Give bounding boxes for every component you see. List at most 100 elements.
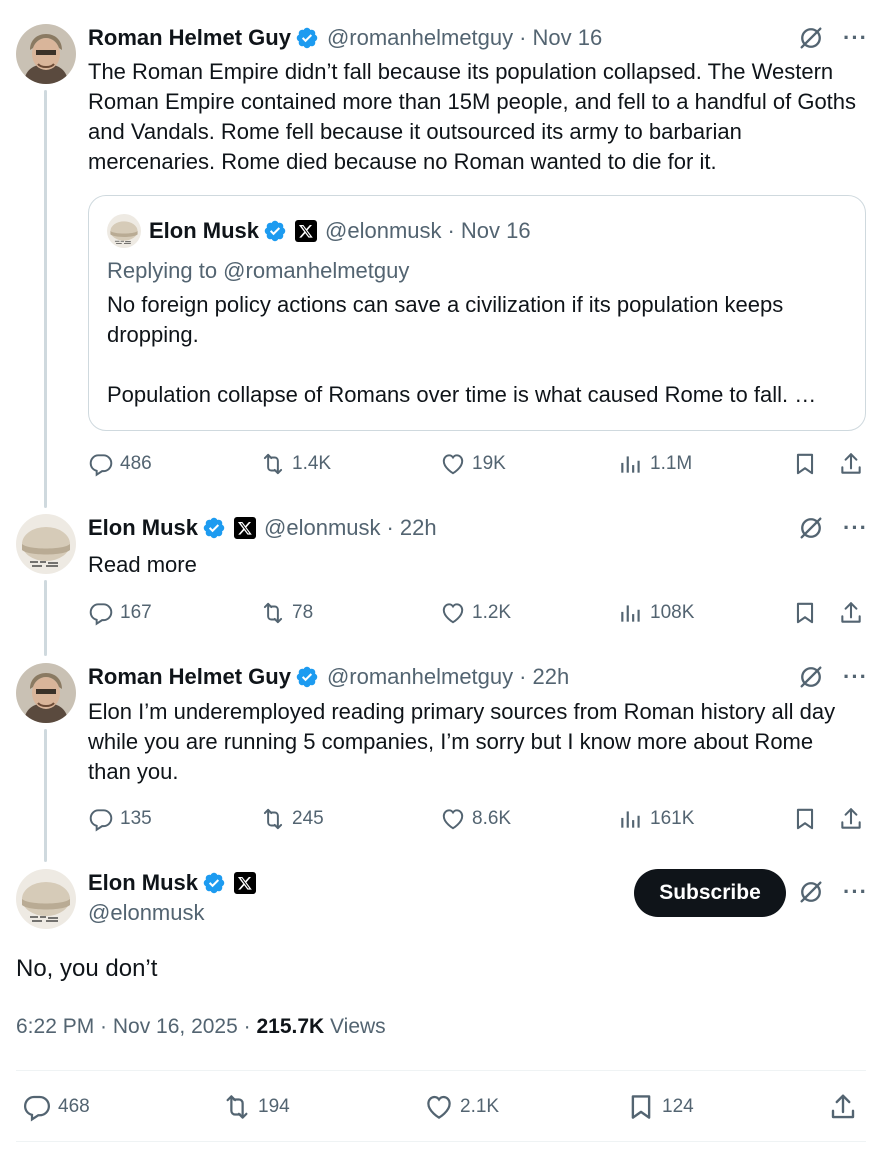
share-button[interactable] <box>838 806 870 832</box>
repost-count: 245 <box>292 808 324 829</box>
author-name[interactable]: Elon Musk <box>88 515 198 541</box>
verified-badge-icon <box>202 871 226 895</box>
reply-count: 468 <box>58 1096 90 1117</box>
views-count: 1.1M <box>650 453 693 474</box>
timestamp[interactable]: 22h <box>532 664 569 690</box>
bookmark-button[interactable] <box>792 451 824 477</box>
avatar[interactable] <box>16 663 76 723</box>
reply-button[interactable]: 468 <box>22 1092 90 1122</box>
divider <box>16 1070 866 1071</box>
share-icon <box>838 600 864 626</box>
avatar[interactable] <box>16 514 76 574</box>
like-button[interactable]: 1.2K <box>440 600 511 626</box>
separator: · <box>386 515 394 540</box>
repost-button[interactable]: 1.4K <box>260 451 331 477</box>
tweet-text: Elon I’m underemployed reading primary s… <box>88 699 842 784</box>
thread-line <box>44 729 47 862</box>
views-label: Views <box>324 1015 386 1038</box>
verified-badge-icon <box>202 516 226 540</box>
quote-timestamp: Nov 16 <box>460 218 531 243</box>
author-name[interactable]: Roman Helmet Guy <box>88 25 291 51</box>
repost-button[interactable]: 245 <box>260 806 324 832</box>
action-bar: 167 78 1.2K 108K <box>88 598 868 628</box>
views-button[interactable]: 161K <box>618 806 694 832</box>
timestamp[interactable]: Nov 16 <box>532 25 602 51</box>
like-button[interactable]: 19K <box>440 451 506 477</box>
quote-author-name: Elon Musk <box>149 218 260 243</box>
reply-button[interactable]: 135 <box>88 806 152 832</box>
repost-icon <box>222 1092 252 1122</box>
x-affiliate-icon <box>295 220 318 242</box>
author-handle[interactable]: @elonmusk <box>88 900 205 926</box>
like-count: 8.6K <box>472 808 512 829</box>
like-button[interactable]: 8.6K <box>440 806 511 832</box>
views-icon <box>618 600 644 626</box>
repost-button[interactable]: 194 <box>222 1092 290 1122</box>
repost-icon <box>260 806 286 832</box>
reply-count: 167 <box>120 602 152 623</box>
quoted-tweet[interactable]: Elon Musk @elonmusk · Nov 16 Replying to… <box>88 195 866 431</box>
bookmark-icon <box>792 451 818 477</box>
avatar[interactable] <box>16 24 76 84</box>
share-icon <box>828 1092 858 1122</box>
grok-icon[interactable] <box>797 514 825 542</box>
tweet-header: Elon Musk <box>88 870 257 896</box>
tweet-header: Roman Helmet Guy @romanhelmetguy · Nov 1… <box>88 25 602 51</box>
repost-icon <box>260 600 286 626</box>
more-options-icon[interactable]: ··· <box>843 879 868 905</box>
like-count: 1.2K <box>472 602 512 623</box>
like-count: 19K <box>472 453 506 474</box>
author-name[interactable]: Roman Helmet Guy <box>88 664 291 690</box>
repost-count: 78 <box>292 602 314 623</box>
separator: · <box>447 218 455 243</box>
like-count: 2.1K <box>460 1096 500 1117</box>
views-button[interactable]: 1.1M <box>618 451 692 477</box>
grok-icon[interactable] <box>797 663 825 691</box>
reply-button[interactable]: 486 <box>88 451 152 477</box>
more-options-icon[interactable]: ··· <box>843 25 868 51</box>
quote-header: Elon Musk @elonmusk · Nov 16 <box>149 218 531 244</box>
tweet-header: Elon Musk @elonmusk · 22h <box>88 515 437 541</box>
bookmark-button[interactable] <box>792 806 824 832</box>
tweet-header: Roman Helmet Guy @romanhelmetguy · 22h <box>88 664 569 690</box>
bookmark-button[interactable]: 124 <box>626 1092 694 1122</box>
grok-icon[interactable] <box>797 878 825 906</box>
verified-badge-icon <box>295 26 319 50</box>
tweet-text: The Roman Empire didn’t fall because its… <box>88 59 863 174</box>
bookmark-button[interactable] <box>792 600 824 626</box>
views-icon <box>618 451 644 477</box>
author-handle[interactable]: @romanhelmetguy <box>327 664 513 690</box>
author-handle[interactable]: @elonmusk <box>264 515 381 541</box>
avatar[interactable] <box>16 869 76 929</box>
reply-count: 486 <box>120 453 152 474</box>
share-button[interactable] <box>838 451 870 477</box>
timestamp[interactable]: 22h <box>400 515 437 541</box>
bookmark-icon <box>792 806 818 832</box>
subscribe-button[interactable]: Subscribe <box>634 869 786 917</box>
action-bar: 135 245 8.6K 161K <box>88 804 868 834</box>
more-options-icon[interactable]: ··· <box>843 515 868 541</box>
thread-line <box>44 90 47 508</box>
thread-line <box>44 580 47 656</box>
action-bar: 468 194 2.1K 124 <box>22 1092 868 1122</box>
bookmark-icon <box>626 1092 656 1122</box>
grok-icon[interactable] <box>797 24 825 52</box>
tweet-top-icons: ··· <box>797 878 868 906</box>
author-name[interactable]: Elon Musk <box>88 870 198 896</box>
share-button[interactable] <box>838 600 870 626</box>
reply-button[interactable]: 167 <box>88 600 152 626</box>
tweet-top-icons: ··· <box>797 514 868 542</box>
like-icon <box>424 1092 454 1122</box>
more-options-icon[interactable]: ··· <box>843 664 868 690</box>
reply-icon <box>88 806 114 832</box>
share-icon <box>838 806 864 832</box>
divider <box>16 1141 866 1142</box>
timestamp[interactable]: 6:22 PM · Nov 16, 2025 · <box>16 1015 256 1038</box>
like-button[interactable]: 2.1K <box>424 1092 499 1122</box>
tweet-top-icons: ··· <box>797 663 868 691</box>
author-handle[interactable]: @romanhelmetguy <box>327 25 513 51</box>
views-button[interactable]: 108K <box>618 600 694 626</box>
tweet-text[interactable]: Read more <box>88 550 862 580</box>
repost-button[interactable]: 78 <box>260 600 313 626</box>
share-button[interactable] <box>828 1092 864 1122</box>
